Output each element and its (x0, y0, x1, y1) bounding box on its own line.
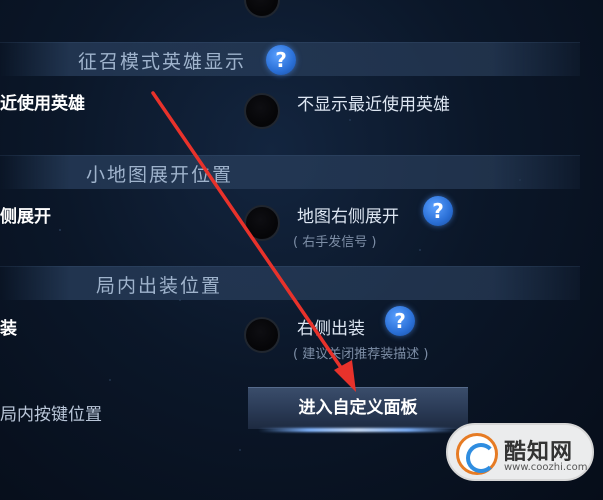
option-recent-hero-label: 近使用英雄 (0, 94, 85, 114)
help-icon-equip-right[interactable]: ? (385, 306, 415, 336)
option-equip-right-label: 右侧出装 (297, 319, 365, 339)
option-hide-recent-hero-label: 不显示最近使用英雄 (297, 95, 450, 115)
radio-top-partial[interactable] (244, 0, 280, 18)
option-map-right-label: 地图右侧展开 (297, 207, 399, 227)
help-icon-map-right[interactable]: ? (423, 196, 453, 226)
section-band-equip (0, 266, 580, 300)
radio-equip-right[interactable] (244, 317, 280, 353)
section-title-minimap: 小地图展开位置 (86, 164, 234, 186)
watermark-url: www.coozhi.com (504, 462, 588, 473)
option-map-right-subtext: ( 右手发信号 ) (293, 235, 377, 250)
radio-map-right[interactable] (244, 205, 280, 241)
enter-custom-panel-button[interactable]: 进入自定义面板 (248, 387, 468, 429)
option-map-left-label: 侧展开 (0, 207, 51, 227)
option-equip-right-subtext: ( 建议关闭推荐装描述 ) (293, 347, 429, 362)
coozhi-logo-icon (456, 433, 498, 475)
watermark-badge: 酷知网 www.coozhi.com (446, 423, 594, 481)
help-icon[interactable]: ? (266, 45, 296, 75)
key-position-label: 局内按键位置 (0, 405, 102, 425)
section-title-hero-display: 征召模式英雄显示 (78, 51, 247, 73)
option-equip-left-label: 装 (0, 319, 17, 339)
section-title-equip: 局内出装位置 (96, 275, 223, 297)
radio-hide-recent-hero[interactable] (244, 93, 280, 129)
